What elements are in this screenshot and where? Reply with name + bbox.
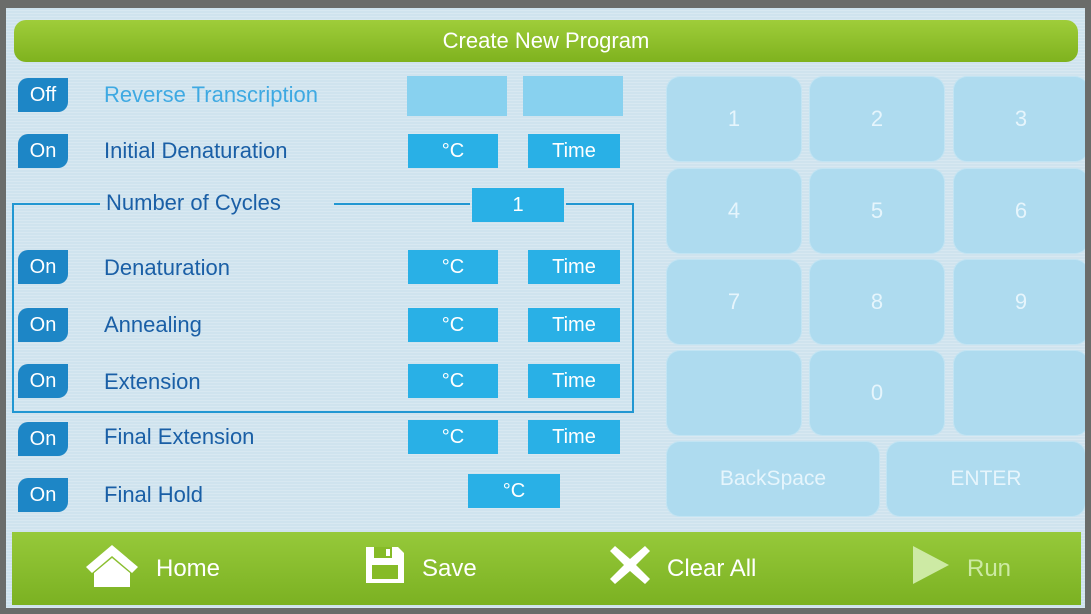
final-extension-toggle[interactable]: On: [18, 422, 68, 456]
initial-denaturation-label: Initial Denaturation: [104, 138, 288, 163]
initial-denaturation-temp-field[interactable]: °C: [408, 134, 498, 168]
annealing-temp-field[interactable]: °C: [408, 308, 498, 342]
reverse-transcription-time-field[interactable]: [523, 76, 623, 116]
home-button[interactable]: Home: [82, 532, 220, 605]
final-hold-label: Final Hold: [104, 482, 204, 507]
keypad-key-1[interactable]: 1: [666, 76, 802, 162]
clear-all-label: Clear All: [667, 554, 757, 582]
close-icon: [607, 542, 653, 595]
cycle-frame-line-left: [12, 203, 100, 205]
keypad-key-4[interactable]: 4: [666, 168, 802, 254]
backspace-button[interactable]: BackSpace: [666, 441, 880, 517]
extension-temp-field[interactable]: °C: [408, 364, 498, 398]
annealing-time-field[interactable]: Time: [528, 308, 620, 342]
keypad-key-blank-left[interactable]: [666, 350, 802, 436]
initial-denaturation-time-field[interactable]: Time: [528, 134, 620, 168]
reverse-transcription-label: Reverse Transcription: [104, 82, 318, 107]
program-editor-screen: Create New Program Off Reverse Transcrip…: [6, 8, 1085, 608]
keypad-key-3[interactable]: 3: [953, 76, 1085, 162]
denaturation-label: Denaturation: [104, 255, 230, 280]
keypad-key-5[interactable]: 5: [809, 168, 945, 254]
denaturation-time-field[interactable]: Time: [528, 250, 620, 284]
denaturation-toggle[interactable]: On: [18, 250, 68, 284]
run-label: Run: [967, 554, 1012, 582]
enter-button[interactable]: ENTER: [886, 441, 1085, 517]
denaturation-temp-field[interactable]: °C: [408, 250, 498, 284]
final-hold-temp-field[interactable]: °C: [468, 474, 560, 508]
number-of-cycles-field[interactable]: 1: [472, 188, 564, 222]
number-of-cycles-label: Number of Cycles: [106, 190, 281, 215]
save-label: Save: [422, 554, 477, 582]
reverse-transcription-temp-field[interactable]: [407, 76, 507, 116]
annealing-toggle[interactable]: On: [18, 308, 68, 342]
final-hold-toggle[interactable]: On: [18, 478, 68, 512]
keypad-key-9[interactable]: 9: [953, 259, 1085, 345]
extension-label: Extension: [104, 369, 201, 394]
save-button[interactable]: Save: [362, 532, 477, 605]
page-title: Create New Program: [14, 20, 1078, 62]
bottom-toolbar: Home Save Clear All Run: [12, 532, 1081, 605]
save-icon: [362, 543, 408, 594]
initial-denaturation-toggle[interactable]: On: [18, 134, 68, 168]
keypad-key-blank-right[interactable]: [953, 350, 1085, 436]
keypad-key-8[interactable]: 8: [809, 259, 945, 345]
clear-all-button[interactable]: Clear All: [607, 532, 756, 605]
extension-time-field[interactable]: Time: [528, 364, 620, 398]
reverse-transcription-toggle[interactable]: Off: [18, 78, 68, 112]
keypad-key-7[interactable]: 7: [666, 259, 802, 345]
keypad-key-2[interactable]: 2: [809, 76, 945, 162]
run-button[interactable]: Run: [907, 532, 1011, 605]
keypad-key-6[interactable]: 6: [953, 168, 1085, 254]
home-label: Home: [156, 554, 221, 582]
cycle-frame-line-right: [566, 203, 634, 205]
cycle-frame-line-middle: [334, 203, 470, 205]
final-extension-temp-field[interactable]: °C: [408, 420, 498, 454]
annealing-label: Annealing: [104, 312, 202, 337]
final-extension-time-field[interactable]: Time: [528, 420, 620, 454]
final-extension-label: Final Extension: [104, 424, 255, 449]
play-icon: [907, 542, 953, 595]
home-icon: [82, 541, 142, 596]
keypad-key-0[interactable]: 0: [809, 350, 945, 436]
extension-toggle[interactable]: On: [18, 364, 68, 398]
